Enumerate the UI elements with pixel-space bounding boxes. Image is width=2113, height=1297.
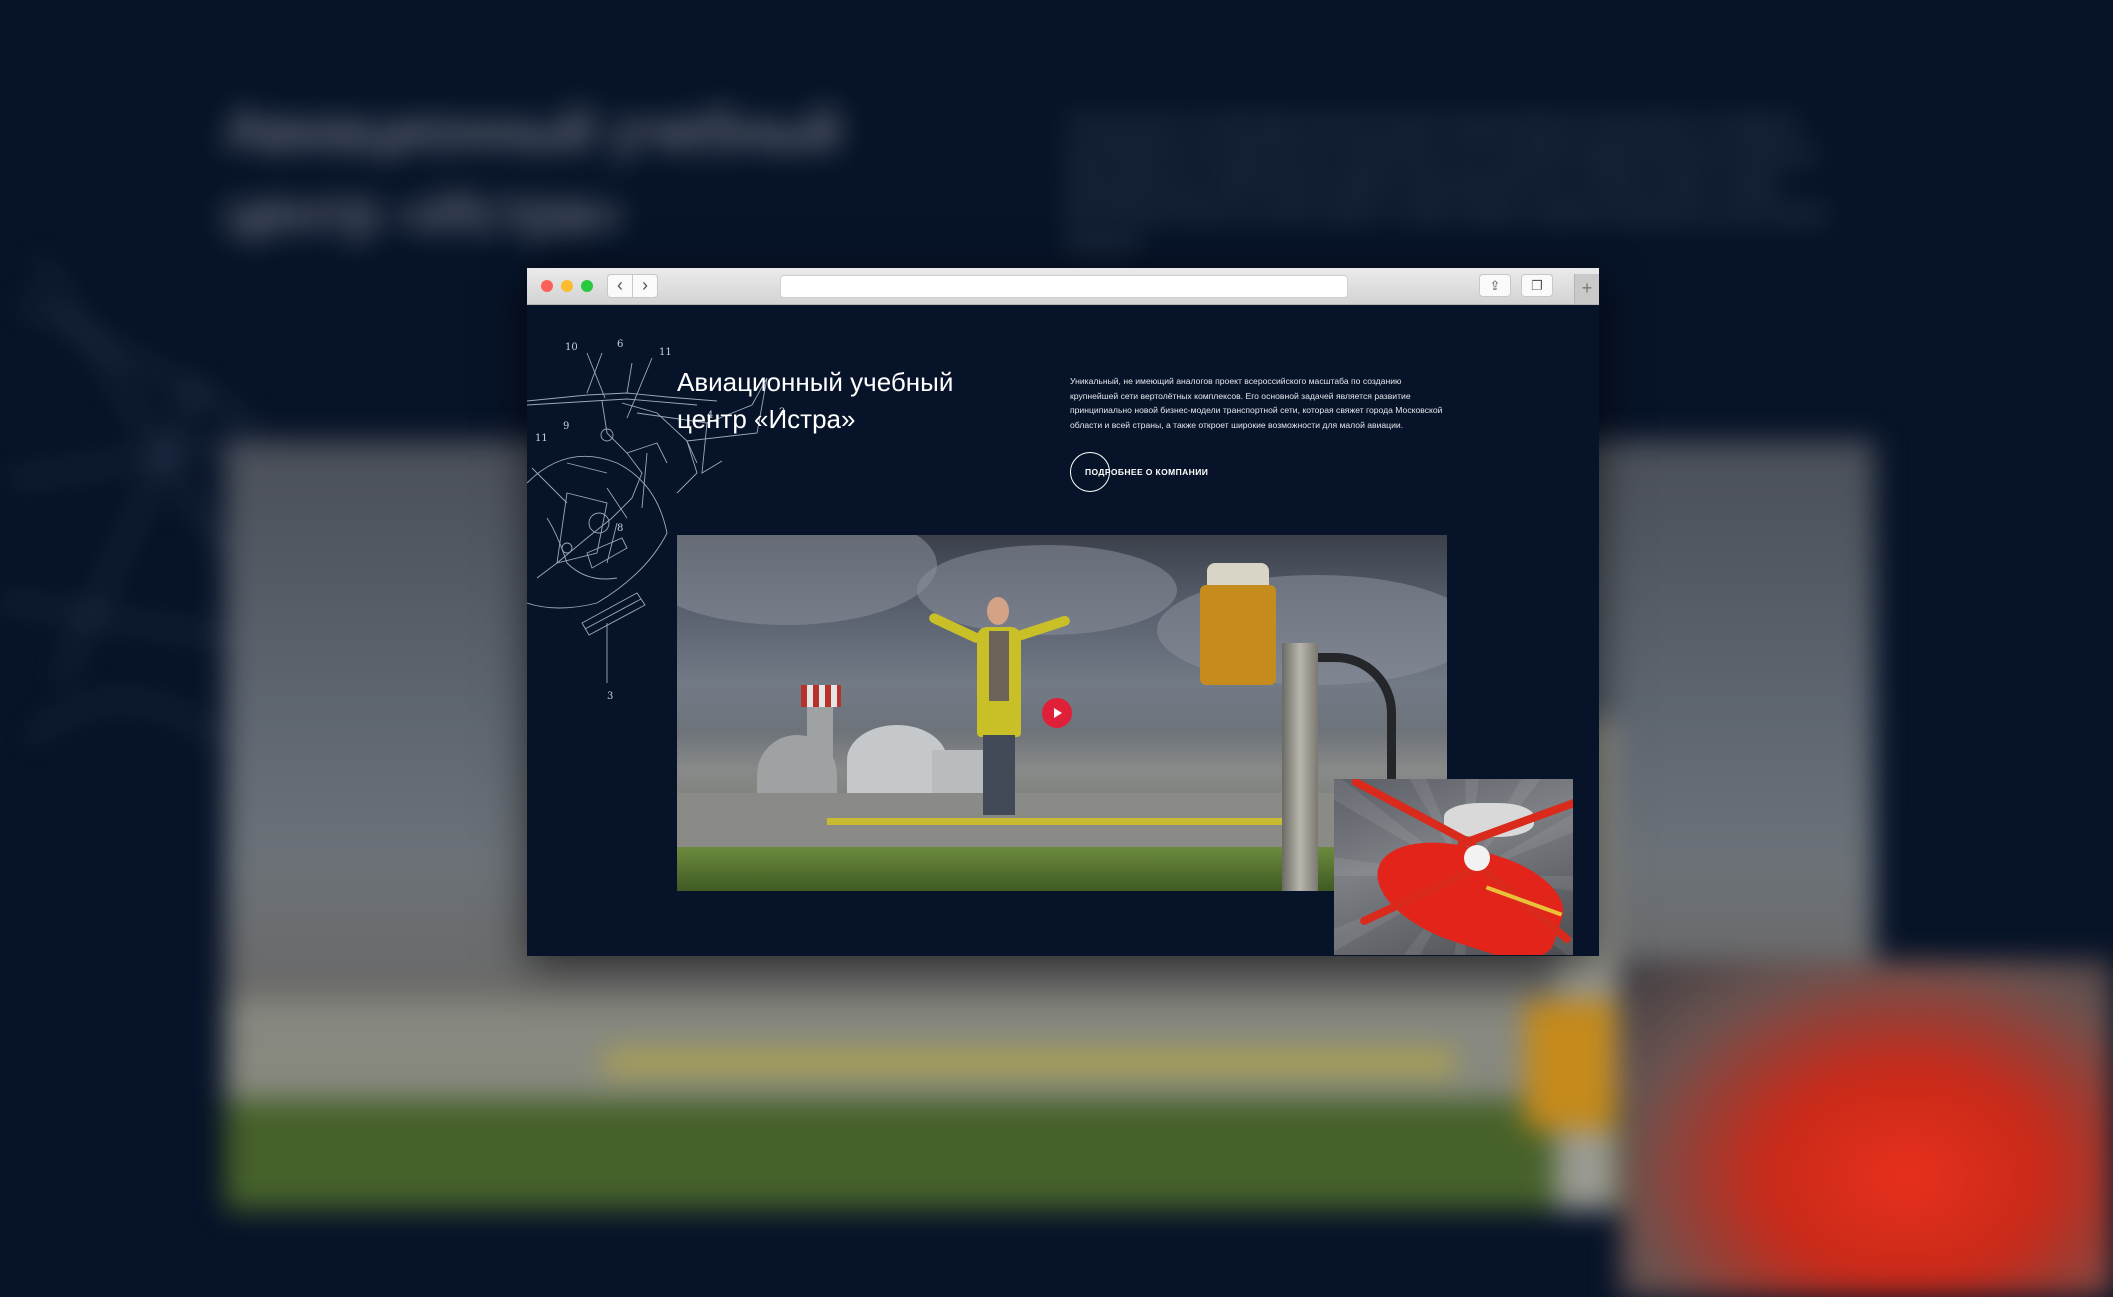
address-bar[interactable] xyxy=(780,275,1348,298)
background-title: Авиационный учебный центр «Истра» xyxy=(225,98,842,245)
zoom-dot[interactable] xyxy=(581,280,593,292)
sketch-label: 3 xyxy=(607,691,613,702)
sketch-label: 10 xyxy=(565,342,578,353)
sketch-label: 9 xyxy=(563,421,569,432)
forward-button[interactable]: › xyxy=(632,274,658,298)
browser-toolbar: ‹ › ⇪ ❐ + xyxy=(527,268,1599,305)
background-helicopter xyxy=(1620,960,2113,1297)
sketch-label: 11 xyxy=(535,433,548,444)
sketch-label: 6 xyxy=(617,339,623,350)
back-button[interactable]: ‹ xyxy=(607,274,633,298)
play-icon[interactable] xyxy=(1042,698,1072,728)
helicopter-photo xyxy=(1334,779,1573,955)
new-tab-button[interactable]: + xyxy=(1574,274,1599,304)
show-tabs-button[interactable]: ❐ xyxy=(1521,274,1553,297)
more-about-company-button[interactable]: ПОДРОБНЕЕ О КОМПАНИИ xyxy=(1070,452,1208,492)
sketch-label: 8 xyxy=(617,523,623,534)
browser-window: ‹ › ⇪ ❐ + 10 6 11 2 4 9 11 8 3 Авиационн… xyxy=(527,268,1599,956)
cta-label: ПОДРОБНЕЕ О КОМПАНИИ xyxy=(1085,467,1209,477)
company-description: Уникальный, не имеющий аналогов проект в… xyxy=(1070,376,1443,430)
share-button[interactable]: ⇪ xyxy=(1479,274,1511,297)
video-preview[interactable] xyxy=(677,535,1447,891)
close-dot[interactable] xyxy=(541,280,553,292)
background-description: Уникальный, не имеющий аналогов проект в… xyxy=(1065,114,1827,255)
sketch-label: 11 xyxy=(659,347,672,358)
minimize-dot[interactable] xyxy=(561,280,573,292)
background-sketch xyxy=(0,259,261,742)
page-title: Авиационный учебный центр «Истра» xyxy=(677,367,954,434)
